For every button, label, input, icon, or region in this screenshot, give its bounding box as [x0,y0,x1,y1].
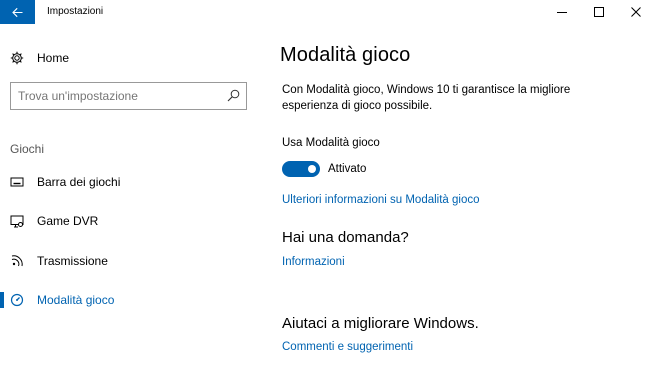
game-mode-toggle[interactable] [282,161,320,177]
sidebar-item-game-bar[interactable]: Barra dei giochi [0,167,262,197]
improve-heading: Aiutaci a migliorare Windows. [282,315,479,332]
more-info-link[interactable]: Ulteriori informazioni su Modalità gioco [282,194,480,206]
game-dvr-icon [10,214,24,228]
game-bar-icon [10,175,24,189]
minimize-button[interactable] [544,0,580,24]
page-description: Con Modalità gioco, Windows 10 ti garant… [282,84,571,112]
main-content: Modalità gioco Con Modalità gioco, Windo… [280,24,640,365]
question-heading: Hai una domanda? [282,229,409,246]
sidebar-item-game-mode[interactable]: Modalità gioco [0,285,262,315]
sidebar-item-broadcast[interactable]: Trasmissione [0,246,262,276]
game-mode-icon [10,293,24,307]
section-label: Giochi [10,142,45,156]
sidebar-item-label: Home [37,51,70,65]
sidebar-item-home[interactable]: Home [0,43,262,73]
sidebar-item-label: Barra dei giochi [37,175,121,189]
close-icon [631,7,641,17]
selection-indicator [0,292,4,308]
sidebar-item-label: Game DVR [37,214,99,228]
page-title: Modalità gioco [280,44,411,66]
sidebar-item-label: Trasmissione [37,254,108,268]
search-box [10,82,247,110]
sidebar-item-game-dvr[interactable]: Game DVR [0,206,262,236]
toggle-label: Usa Modalità gioco [282,137,380,149]
sidebar-item-label: Modalità gioco [37,293,115,307]
search-icon[interactable] [227,89,240,102]
window-title: Impostazioni [47,6,104,17]
search-input[interactable] [11,83,211,108]
minimize-icon [557,12,567,13]
broadcast-icon [10,254,24,268]
maximize-button[interactable] [581,0,617,24]
toggle-state-text: Attivato [328,163,367,175]
info-link[interactable]: Informazioni [282,256,345,268]
sidebar: Home Giochi Barra dei giochi Game DVR [0,24,262,365]
feedback-link[interactable]: Commenti e suggerimenti [282,341,413,353]
maximize-icon [594,7,604,17]
toggle-knob [308,165,316,173]
back-arrow-icon [12,7,23,17]
title-bar: Impostazioni [0,0,650,24]
back-button[interactable] [0,0,35,24]
gear-icon [10,51,24,65]
close-button[interactable] [618,0,650,24]
